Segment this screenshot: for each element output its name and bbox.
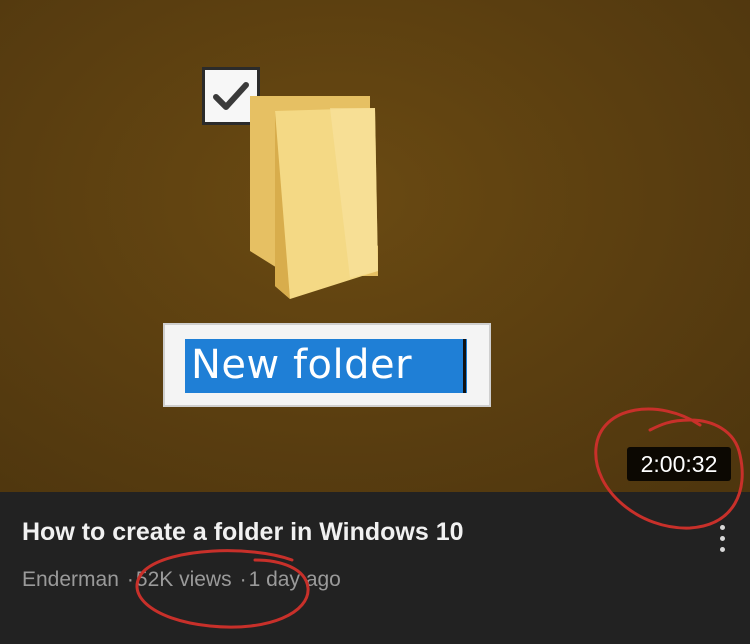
video-info: How to create a folder in Windows 10 End… <box>0 492 750 644</box>
folder-name-text: New folder <box>191 342 413 388</box>
upload-age: 1 day ago <box>248 568 341 591</box>
video-meta: Enderman ·52K views ·1 day ago <box>22 568 343 592</box>
channel-name[interactable]: Enderman <box>22 568 119 591</box>
more-options-icon[interactable] <box>712 522 732 562</box>
view-count: 52K views <box>135 568 232 591</box>
text-caret <box>463 339 466 393</box>
meta-separator: · <box>126 568 134 591</box>
video-thumbnail[interactable]: New folder 2:00:32 <box>0 0 750 492</box>
folder-name-field[interactable]: New folder <box>163 323 491 407</box>
meta-separator: · <box>239 568 247 591</box>
video-card[interactable]: New folder 2:00:32 How to create a folde… <box>0 0 750 644</box>
duration-badge: 2:00:32 <box>627 447 731 481</box>
folder-icon <box>250 96 378 299</box>
video-title[interactable]: How to create a folder in Windows 10 <box>22 518 464 547</box>
